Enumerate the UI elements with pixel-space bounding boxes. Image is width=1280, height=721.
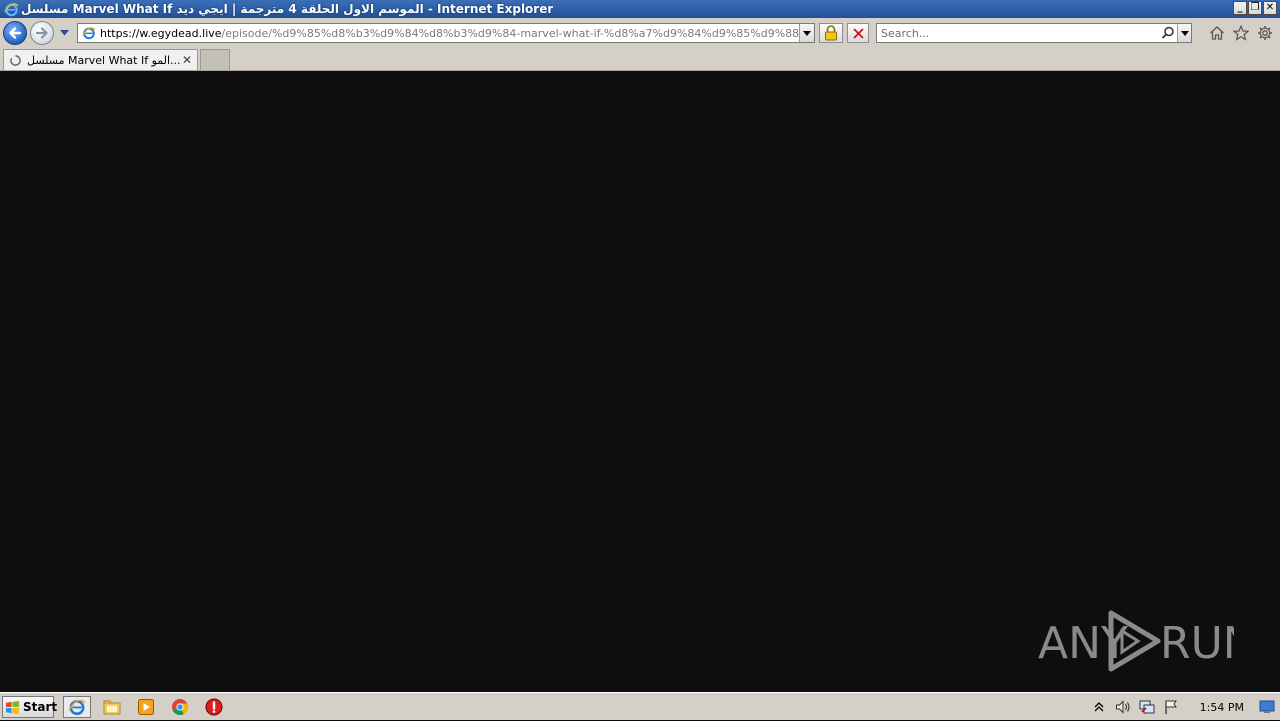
tab-title: مسلسل Marvel What If المو... [27, 53, 180, 67]
search-box[interactable] [876, 23, 1192, 43]
search-input[interactable] [877, 25, 1159, 41]
back-arrow-icon [9, 27, 22, 39]
tab-bar: مسلسل Marvel What If المو... ✕ [0, 48, 1280, 71]
url-path: /episode/%d9%85%d8%b3%d9%84%d8%b3%d9%84-… [221, 26, 799, 40]
taskbar: Start 1:54 PM [0, 692, 1280, 720]
taskbar-internet-explorer[interactable] [63, 696, 91, 718]
navigation-bar: https://w.egydead.live/episode/%d9%85%d8… [0, 18, 1280, 48]
security-lock-button[interactable] [819, 23, 843, 43]
action-center-flag-icon[interactable] [1162, 698, 1180, 716]
window-title: مسلسل Marvel What If الموسم الاول الحلقة… [21, 2, 554, 16]
ie-icon [68, 699, 86, 715]
ie-icon [3, 1, 19, 17]
url-host: https://w.egydead.live [100, 26, 222, 40]
history-dropdown-button[interactable] [59, 28, 69, 38]
chevron-down-icon [59, 30, 69, 36]
network-icon[interactable] [1138, 698, 1156, 716]
close-icon [852, 27, 864, 39]
gear-icon[interactable] [1256, 24, 1274, 42]
home-icon[interactable] [1208, 24, 1226, 42]
forward-button[interactable] [30, 21, 54, 45]
taskbar-clock[interactable]: 1:54 PM [1200, 701, 1244, 714]
tab-close-button[interactable]: ✕ [180, 53, 194, 67]
lock-icon [825, 25, 837, 41]
maximize-button[interactable]: ❐ [1248, 1, 1262, 15]
page-ie-icon [81, 25, 97, 41]
chrome-icon [172, 699, 189, 715]
toolbar-icons [1208, 24, 1274, 42]
favorites-star-icon[interactable] [1232, 24, 1250, 42]
new-tab-button[interactable] [200, 49, 230, 70]
url-text[interactable]: https://w.egydead.live/episode/%d9%85%d8… [100, 27, 799, 40]
window-titlebar[interactable]: مسلسل Marvel What If الموسم الاول الحلقة… [0, 0, 1280, 18]
system-tray: 1:54 PM [1090, 693, 1280, 721]
minimize-button[interactable]: _ [1233, 1, 1247, 15]
windows-logo-icon [5, 699, 20, 715]
taskbar-chrome[interactable] [166, 696, 194, 718]
desktop-icon [1259, 700, 1275, 713]
stop-button[interactable] [847, 23, 869, 43]
alert-icon [205, 698, 223, 716]
back-button[interactable] [3, 21, 27, 45]
close-button[interactable]: ✕ [1263, 1, 1277, 15]
media-player-icon [138, 699, 154, 715]
anyrun-watermark: ANY RUN [1038, 608, 1234, 674]
tab-active[interactable]: مسلسل Marvel What If المو... ✕ [3, 49, 198, 70]
start-label: Start [23, 700, 58, 714]
watermark-text-left: ANY [1038, 618, 1128, 669]
address-dropdown-button[interactable] [799, 24, 814, 42]
loading-spinner-icon [8, 53, 22, 67]
search-dropdown-button[interactable] [1177, 24, 1191, 42]
window-controls: _ ❐ ✕ [1233, 1, 1277, 15]
search-icon[interactable] [1159, 24, 1177, 42]
show-hidden-icons-icon[interactable] [1090, 698, 1108, 716]
show-desktop-button[interactable] [1258, 698, 1276, 716]
speaker-icon[interactable] [1114, 698, 1132, 716]
watermark-text-right: RUN [1160, 618, 1234, 669]
chevron-down-icon [803, 30, 811, 36]
taskbar-media-player[interactable] [132, 696, 160, 718]
start-button[interactable]: Start [2, 696, 58, 718]
address-bar[interactable]: https://w.egydead.live/episode/%d9%85%d8… [77, 23, 815, 43]
folder-icon [103, 700, 121, 715]
chevron-down-icon [1180, 30, 1189, 36]
taskbar-file-explorer[interactable] [98, 696, 126, 718]
forward-arrow-icon [35, 27, 48, 39]
page-content[interactable] [0, 71, 1280, 691]
taskbar-security-app[interactable] [200, 696, 228, 718]
